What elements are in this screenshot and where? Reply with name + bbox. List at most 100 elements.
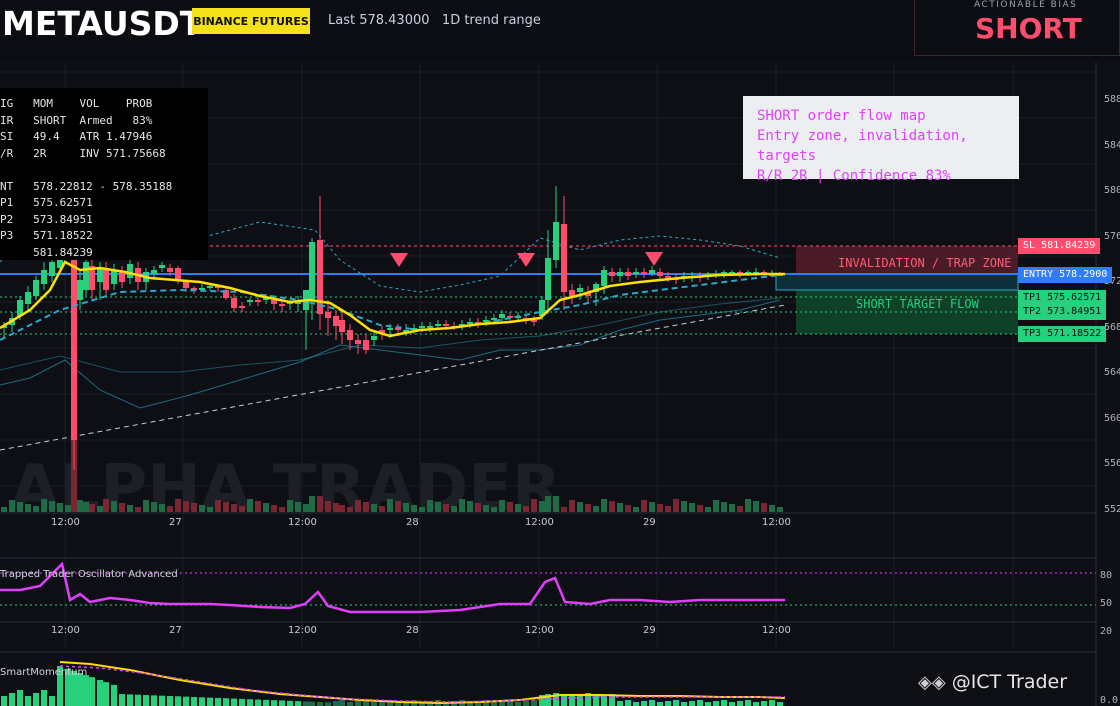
candle-body (601, 270, 607, 286)
volume-bar (25, 504, 31, 512)
stats-row: IR SHORT Armed 83% (0, 113, 153, 127)
momentum-bar (247, 699, 253, 706)
volume-bar (507, 502, 513, 512)
time-axis-tick: 12:00 (525, 517, 554, 528)
invalidation-zone-label: INVALIDATION / TRAP ZONE (838, 256, 1012, 270)
volume-bar (729, 504, 735, 512)
info-line-3: R/R 2R | Confidence 83% (757, 168, 951, 184)
time-axis[interactable]: 12:00 27 12:00 28 12:00 29 12:00 (0, 517, 1096, 533)
volume-bar (705, 507, 711, 512)
momentum-bar (355, 701, 361, 706)
volume-bar (207, 507, 213, 512)
sell-signal-arrow (645, 252, 663, 266)
momentum-bar (753, 702, 759, 706)
time-axis-tick: 12:00 (525, 625, 554, 636)
volume-bar (175, 499, 181, 512)
momentum-bar (523, 701, 529, 706)
volume-bar (347, 507, 353, 512)
volume-bar (83, 502, 89, 512)
oscillator-title: Trapped Trader Oscillator Advanced (0, 569, 178, 580)
momentum-bar (33, 693, 39, 706)
candle-body (111, 270, 117, 284)
volume-bar (569, 500, 575, 512)
volume-bar (295, 502, 301, 512)
momentum-bar (103, 682, 109, 706)
time-axis-tick: 12:00 (51, 625, 80, 636)
candle-body (159, 265, 165, 268)
volume-bar (57, 503, 63, 512)
momentum-bar (689, 701, 695, 706)
volume-bar (609, 501, 615, 512)
stats-table: IG MOM VOL PROB IR SHORT Armed 83% SI 49.4… (0, 88, 208, 260)
candle-body (499, 314, 505, 318)
momentum-bar (263, 699, 269, 706)
candle-body (207, 286, 213, 288)
momentum-bar (231, 698, 237, 706)
momentum-bar (17, 690, 23, 706)
candle-body (577, 288, 583, 292)
tp2-price-label: TP2 573.84951 (1018, 304, 1107, 320)
candle-body (561, 224, 567, 292)
volume-bar (523, 506, 529, 512)
momentum-bar (25, 696, 31, 706)
momentum-bar (119, 694, 125, 706)
volume-bar (33, 506, 39, 512)
volume-bar (325, 501, 331, 512)
volume-bar (475, 503, 481, 512)
candle-body (625, 272, 631, 276)
volume-bar (111, 501, 117, 512)
volume-bar (41, 499, 47, 512)
momentum-bar (41, 690, 47, 706)
candle-body (657, 272, 663, 276)
candle-body (83, 262, 89, 290)
time-axis-tick: 12:00 (51, 517, 80, 528)
volume-bar (561, 507, 567, 512)
momentum-bar (135, 694, 141, 706)
stats-row: NT 578.22812 - 578.35188 (0, 179, 173, 193)
stats-row: SI 49.4 ATR 1.47946 (0, 130, 153, 143)
price-axis[interactable]: 588584580576572568564560556552 (1100, 0, 1120, 520)
candle-body (347, 330, 353, 340)
momentum-bar (333, 701, 339, 706)
momentum-bar (317, 702, 323, 706)
sl-price-label: SL 581.84239 (1018, 238, 1101, 254)
momentum-bar (515, 702, 521, 706)
candle-body (77, 280, 83, 300)
candle-body (569, 290, 575, 296)
candle-body (183, 282, 189, 288)
momentum-bar (279, 700, 285, 706)
price-axis-tick: 552 (1104, 503, 1120, 515)
volume-bar (303, 504, 309, 512)
volume-bar (103, 499, 109, 512)
volume-bar (127, 505, 133, 512)
price-axis-tick: 580 (1104, 185, 1120, 196)
volume-bar (515, 504, 521, 512)
momentum-bar (183, 696, 189, 706)
momentum-bar (271, 700, 277, 706)
osc-level-80: 80 (1100, 570, 1113, 581)
volume-bar (403, 503, 409, 512)
momentum-bar (371, 702, 377, 706)
volume-bar (231, 504, 237, 512)
volume-bar (713, 500, 719, 512)
volume-bar (649, 502, 655, 512)
volume-bar (65, 505, 71, 512)
volume-bar (451, 506, 457, 512)
info-line-1: SHORT order flow map (757, 108, 926, 124)
price-axis-tick: 588 (1104, 94, 1120, 105)
candle-body (279, 304, 285, 306)
time-axis-tick: 28 (406, 625, 419, 636)
candle-body (199, 288, 205, 290)
momentum-bar (325, 702, 331, 706)
candle-body (435, 324, 441, 326)
candle-body (97, 268, 103, 282)
volume-bar (263, 503, 269, 512)
volume-bar (355, 500, 361, 512)
momentum-bar (697, 700, 703, 706)
volume-bar (279, 507, 285, 512)
volume-bar (641, 500, 647, 512)
momentum-bar (681, 702, 687, 706)
momentum-bar (673, 700, 679, 706)
momentum-bar (777, 702, 783, 706)
momentum-bar (633, 702, 639, 706)
